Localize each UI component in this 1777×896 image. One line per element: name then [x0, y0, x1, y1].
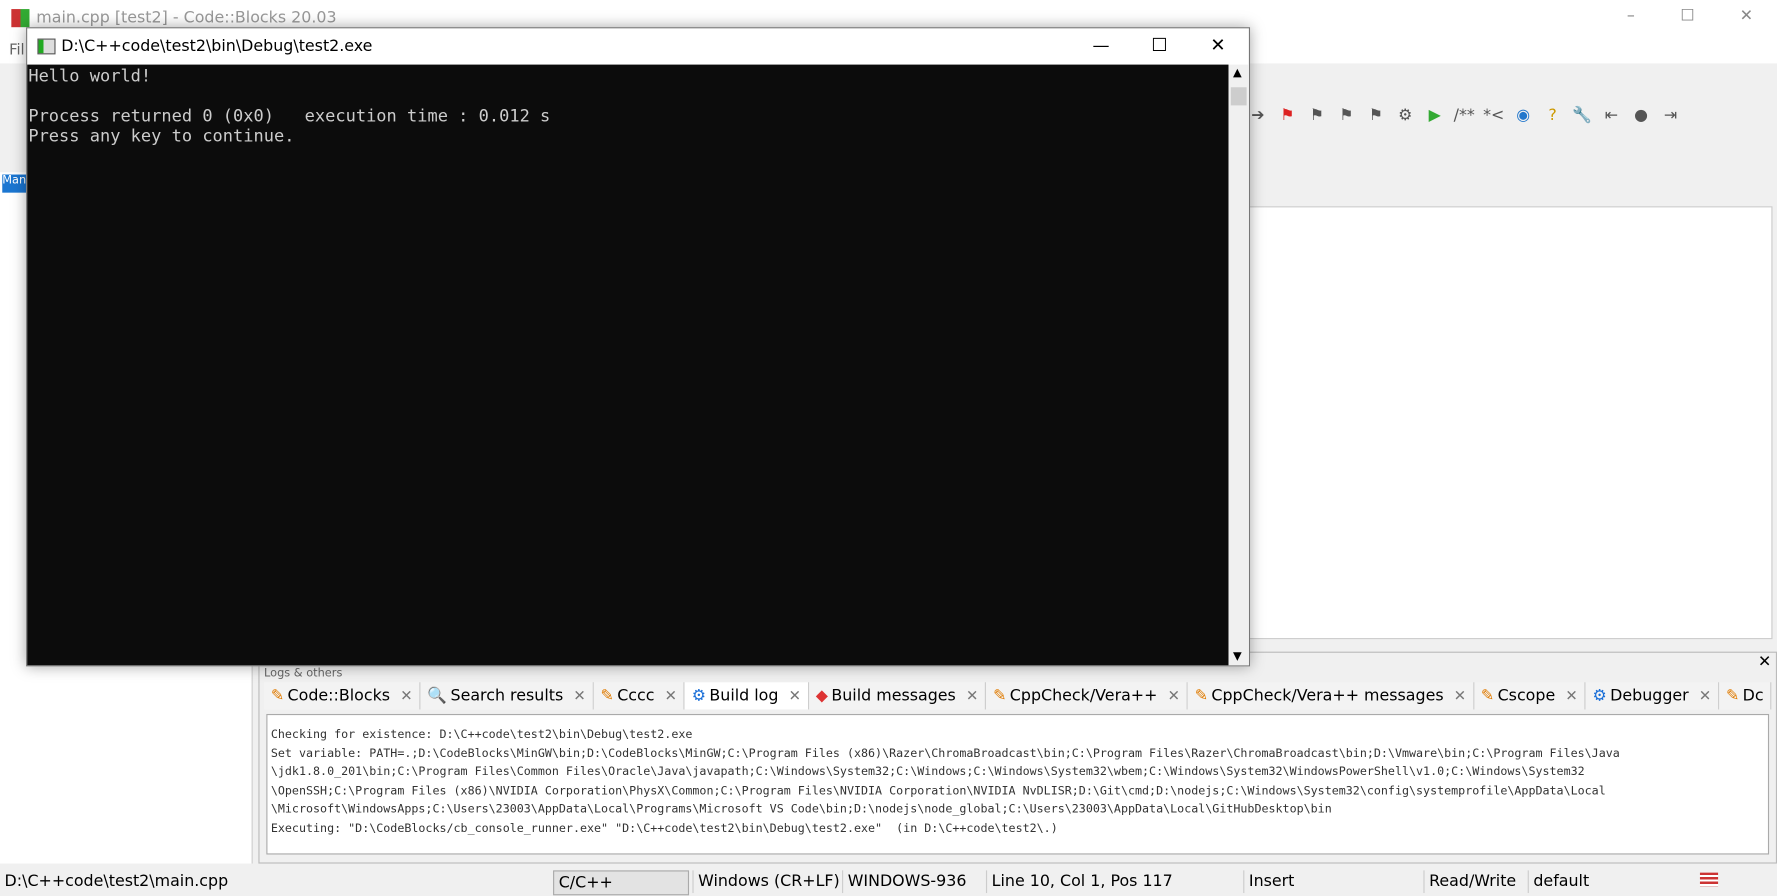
tab-search-results[interactable]: 🔍 Search results ✕ [420, 682, 594, 710]
clear-bookmark-icon[interactable]: ⚑ [1364, 104, 1387, 127]
next-bookmark-icon[interactable]: ⚑ [1335, 104, 1358, 127]
wrench-icon[interactable]: 🔧 [1571, 104, 1594, 127]
menu-file[interactable]: Fil [9, 42, 25, 59]
console-window: D:\C++code\test2\bin\Debug\test2.exe — ☐… [26, 27, 1251, 667]
tab-cscope[interactable]: ✎ Cscope ✕ [1474, 682, 1586, 710]
html-doc-icon[interactable]: ◉ [1512, 104, 1535, 127]
tab-label: CppCheck/Vera++ messages [1211, 686, 1444, 705]
status-mode: Insert [1243, 870, 1294, 894]
status-bar: D:\C++code\test2\main.cpp C/C++ Windows … [0, 866, 1777, 896]
status-access: Read/Write [1423, 870, 1516, 894]
codeblocks-logo-icon [11, 9, 30, 28]
step-back-icon[interactable]: ⇤ [1600, 104, 1623, 127]
maximize-button[interactable]: ☐ [1670, 7, 1704, 30]
toolbar: ➔ ⚑ ⚑ ⚑ ⚑ ⚙ ▶ /** *< ◉ ? 🔧 ⇤ ● ⇥ [1247, 100, 1682, 132]
logs-close-icon[interactable]: ✕ [1758, 653, 1771, 671]
console-app-icon [37, 38, 56, 55]
console-output[interactable]: Hello world! Process returned 0 (0x0) exe… [27, 64, 1229, 666]
status-file: D:\C++code\test2\main.cpp [4, 872, 229, 891]
logs-tabs: ✎ Code::Blocks ✕ 🔍 Search results ✕ ✎ Cccc ✕ ⚙ Bui… [264, 682, 1772, 710]
tab-dc[interactable]: ✎ Dc [1719, 682, 1772, 710]
bookmark-flag-icon[interactable]: ⚑ [1276, 104, 1299, 127]
build-icon[interactable]: ⚙ [1394, 104, 1417, 127]
gear-icon: ⚙ [691, 686, 706, 705]
tab-label: CppCheck/Vera++ [1009, 686, 1158, 705]
gear-icon: ⚙ [1592, 686, 1607, 705]
minimize-button[interactable]: – [1614, 7, 1648, 30]
editor-area[interactable] [1246, 206, 1773, 640]
status-encoding: WINDOWS-936 [842, 870, 966, 894]
help-icon[interactable]: ? [1541, 104, 1564, 127]
tab-close-icon[interactable]: ✕ [789, 687, 801, 704]
pencil-icon: ✎ [270, 686, 285, 705]
tab-close-icon[interactable]: ✕ [573, 687, 585, 704]
tab-debugger[interactable]: ⚙ Debugger ✕ [1585, 682, 1720, 710]
prev-bookmark-icon[interactable]: ⚑ [1306, 104, 1329, 127]
tab-close-icon[interactable]: ✕ [966, 687, 978, 704]
build-log-text: Checking for existence: D:\C++code\test2… [266, 713, 1770, 855]
log-line: Executing: "D:\CodeBlocks/cb_console_run… [270, 821, 1058, 836]
log-line: \Microsoft\WindowsApps;C:\Users\23003\Ap… [270, 802, 1332, 817]
tab-close-icon[interactable]: ✕ [1168, 687, 1180, 704]
status-profile: default [1527, 870, 1589, 894]
pin-icon: ◆ [815, 686, 828, 705]
status-language: C/C++ [553, 870, 690, 896]
magnifier-icon: 🔍 [427, 686, 448, 705]
management-tab[interactable]: Man [2, 174, 28, 193]
tab-label: Cccc [617, 686, 655, 705]
console-line: Process returned 0 (0x0) execution time … [28, 105, 551, 126]
close-button[interactable]: ✕ [1729, 7, 1763, 30]
tab-close-icon[interactable]: ✕ [1565, 687, 1577, 704]
tab-label: Debugger [1610, 686, 1689, 705]
tab-close-icon[interactable]: ✕ [400, 687, 412, 704]
tab-code-blocks[interactable]: ✎ Code::Blocks ✕ [264, 682, 421, 710]
console-title: D:\C++code\test2\bin\Debug\test2.exe [61, 37, 373, 56]
tab-close-icon[interactable]: ✕ [1699, 687, 1711, 704]
log-line: Checking for existence: D:\C++code\test2… [270, 727, 693, 742]
ide-title: main.cpp [test2] - Code::Blocks 20.03 [36, 9, 337, 28]
tab-build-log[interactable]: ⚙ Build log ✕ [684, 682, 809, 710]
logs-title: Logs & others [264, 667, 343, 680]
tab-label: Cscope [1497, 686, 1556, 705]
tab-label: Dc [1742, 686, 1764, 705]
console-line: Hello world! [28, 65, 152, 87]
pencil-icon: ✎ [600, 686, 614, 705]
console-line: Press any key to continue. [28, 125, 295, 146]
doxy-inline-icon[interactable]: *< [1482, 104, 1505, 127]
console-maximize-button[interactable]: ☐ [1151, 34, 1167, 56]
tab-close-icon[interactable]: ✕ [665, 687, 677, 704]
console-close-button[interactable]: ✕ [1210, 34, 1225, 56]
logs-panel: Logs & others ✕ ✎ Code::Blocks ✕ 🔍 Search re… [258, 651, 1777, 864]
tab-label: Build log [709, 686, 779, 705]
status-position: Line 10, Col 1, Pos 117 [985, 870, 1173, 894]
tab-cppcheck-vera-[interactable]: ✎ CppCheck/Vera++ ✕ [986, 682, 1188, 710]
dot-icon[interactable]: ● [1630, 104, 1653, 127]
doxy-comment-icon[interactable]: /** [1453, 104, 1476, 127]
pencil-icon: ✎ [993, 686, 1007, 705]
console-minimize-button[interactable]: — [1093, 35, 1110, 55]
tab-build-messages[interactable]: ◆ Build messages ✕ [808, 682, 987, 710]
console-scrollbar[interactable]: ▲ ▼ [1228, 64, 1249, 666]
pencil-icon: ✎ [1725, 686, 1740, 705]
pencil-icon: ✎ [1480, 686, 1495, 705]
log-line: Set variable: PATH=.;D:\CodeBlocks\MinGW… [270, 746, 1620, 760]
us-flag-icon [1699, 872, 1719, 887]
tab-close-icon[interactable]: ✕ [1454, 687, 1466, 704]
tab-label: Search results [450, 686, 564, 705]
step-forward-icon[interactable]: ⇥ [1659, 104, 1682, 127]
status-eol: Windows (CR+LF) [692, 870, 840, 894]
run-icon[interactable]: ▶ [1423, 104, 1446, 127]
log-line: \jdk1.8.0_201\bin;C:\Program Files\Commo… [270, 765, 1585, 779]
tab-cppcheck-vera-messages[interactable]: ✎ CppCheck/Vera++ messages ✕ [1187, 682, 1475, 710]
pencil-icon: ✎ [1194, 686, 1208, 705]
tab-label: Build messages [831, 686, 956, 705]
tab-label: Code::Blocks [287, 686, 391, 705]
log-line: \OpenSSH;C:\Program Files (x86)\NVIDIA C… [270, 783, 1606, 798]
tab-cccc[interactable]: ✎ Cccc ✕ [593, 682, 685, 710]
